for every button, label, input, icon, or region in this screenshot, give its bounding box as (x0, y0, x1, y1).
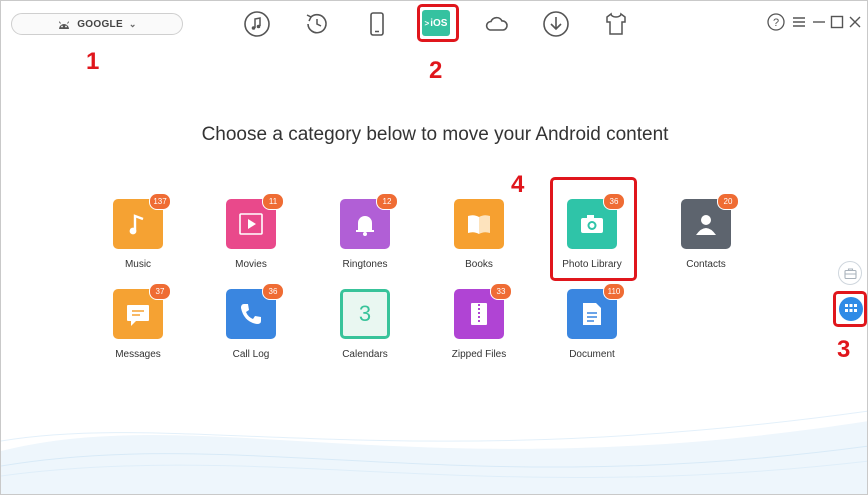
annotation-number-2: 2 (429, 57, 443, 84)
category-label: Movies (235, 259, 267, 270)
category-movies[interactable]: 11 Movies (196, 193, 306, 270)
annotation-number-4: 4 (511, 171, 525, 198)
category-label: Calendars (342, 349, 388, 360)
count-badge: 110 (603, 283, 625, 300)
close-icon[interactable] (847, 12, 863, 32)
cloud-icon[interactable] (481, 9, 511, 39)
category-contacts[interactable]: 20 Contacts (651, 193, 761, 270)
category-messages[interactable]: 37 Messages (83, 283, 193, 360)
page-heading: Choose a category below to move your And… (201, 124, 669, 145)
phone-icon[interactable] (362, 9, 392, 39)
music-icon: 137 (113, 193, 171, 249)
menu-icon[interactable] (791, 12, 807, 32)
annotation-number-1: 1 (86, 48, 100, 75)
annotation-box-ios (417, 4, 459, 42)
calendar-icon: 3 (340, 289, 390, 339)
zip-icon: 33 (454, 283, 512, 339)
svg-text:?: ? (773, 17, 779, 29)
briefcase-icon (843, 267, 857, 279)
calendar-day: 3 (358, 301, 372, 326)
category-books[interactable]: Books (424, 199, 534, 270)
document-icon: 110 (567, 283, 625, 339)
annotation-box-photo-library (550, 177, 637, 281)
movie-icon: 11 (226, 193, 284, 249)
background-wave (1, 410, 867, 494)
category-label: Books (465, 259, 493, 270)
category-label: Ringtones (342, 259, 388, 270)
category-music[interactable]: 137 Music (83, 193, 193, 270)
minimize-icon[interactable] (811, 12, 827, 32)
toolbox-button[interactable] (838, 261, 862, 285)
category-label: Call Log (232, 349, 270, 360)
device-name: GOOGLE (77, 18, 123, 30)
category-label: Contacts (686, 259, 726, 270)
category-label: Messages (115, 349, 161, 360)
bell-icon: 12 (340, 193, 398, 249)
count-badge: 36 (262, 283, 284, 300)
tshirt-icon[interactable] (601, 9, 631, 39)
count-badge: 137 (149, 193, 171, 210)
category-label: Document (569, 349, 615, 360)
phone-call-icon: 36 (226, 283, 284, 339)
count-badge: 33 (490, 283, 512, 300)
music-note-icon[interactable] (242, 9, 272, 39)
annotation-box-side-button (833, 291, 867, 327)
category-calendars[interactable]: 3 Calendars (310, 289, 420, 360)
category-call-log[interactable]: 36 Call Log (196, 283, 306, 360)
count-badge: 37 (149, 283, 171, 300)
download-icon[interactable] (541, 9, 571, 39)
android-icon (59, 20, 70, 29)
book-icon (454, 199, 504, 249)
device-selector[interactable]: GOOGLE ⌄ (11, 13, 183, 35)
category-document[interactable]: 110 Document (537, 283, 647, 360)
category-label: Zipped Files (451, 349, 507, 360)
count-badge: 12 (376, 193, 398, 210)
contact-icon: 20 (681, 193, 739, 249)
help-icon[interactable]: ? (766, 12, 786, 32)
app-window: GOOGLE ⌄ > iOS ? Choose a category below… (0, 0, 868, 495)
category-zipped-files[interactable]: 33 Zipped Files (424, 283, 534, 360)
chevron-down-icon: ⌄ (128, 18, 137, 29)
history-icon[interactable] (302, 9, 332, 39)
count-badge: 11 (262, 193, 284, 210)
category-ringtones[interactable]: 12 Ringtones (310, 193, 420, 270)
message-icon: 37 (113, 283, 171, 339)
annotation-number-3: 3 (837, 336, 851, 363)
maximize-icon[interactable] (829, 12, 845, 32)
category-label: Music (124, 259, 152, 270)
count-badge: 20 (717, 193, 739, 210)
